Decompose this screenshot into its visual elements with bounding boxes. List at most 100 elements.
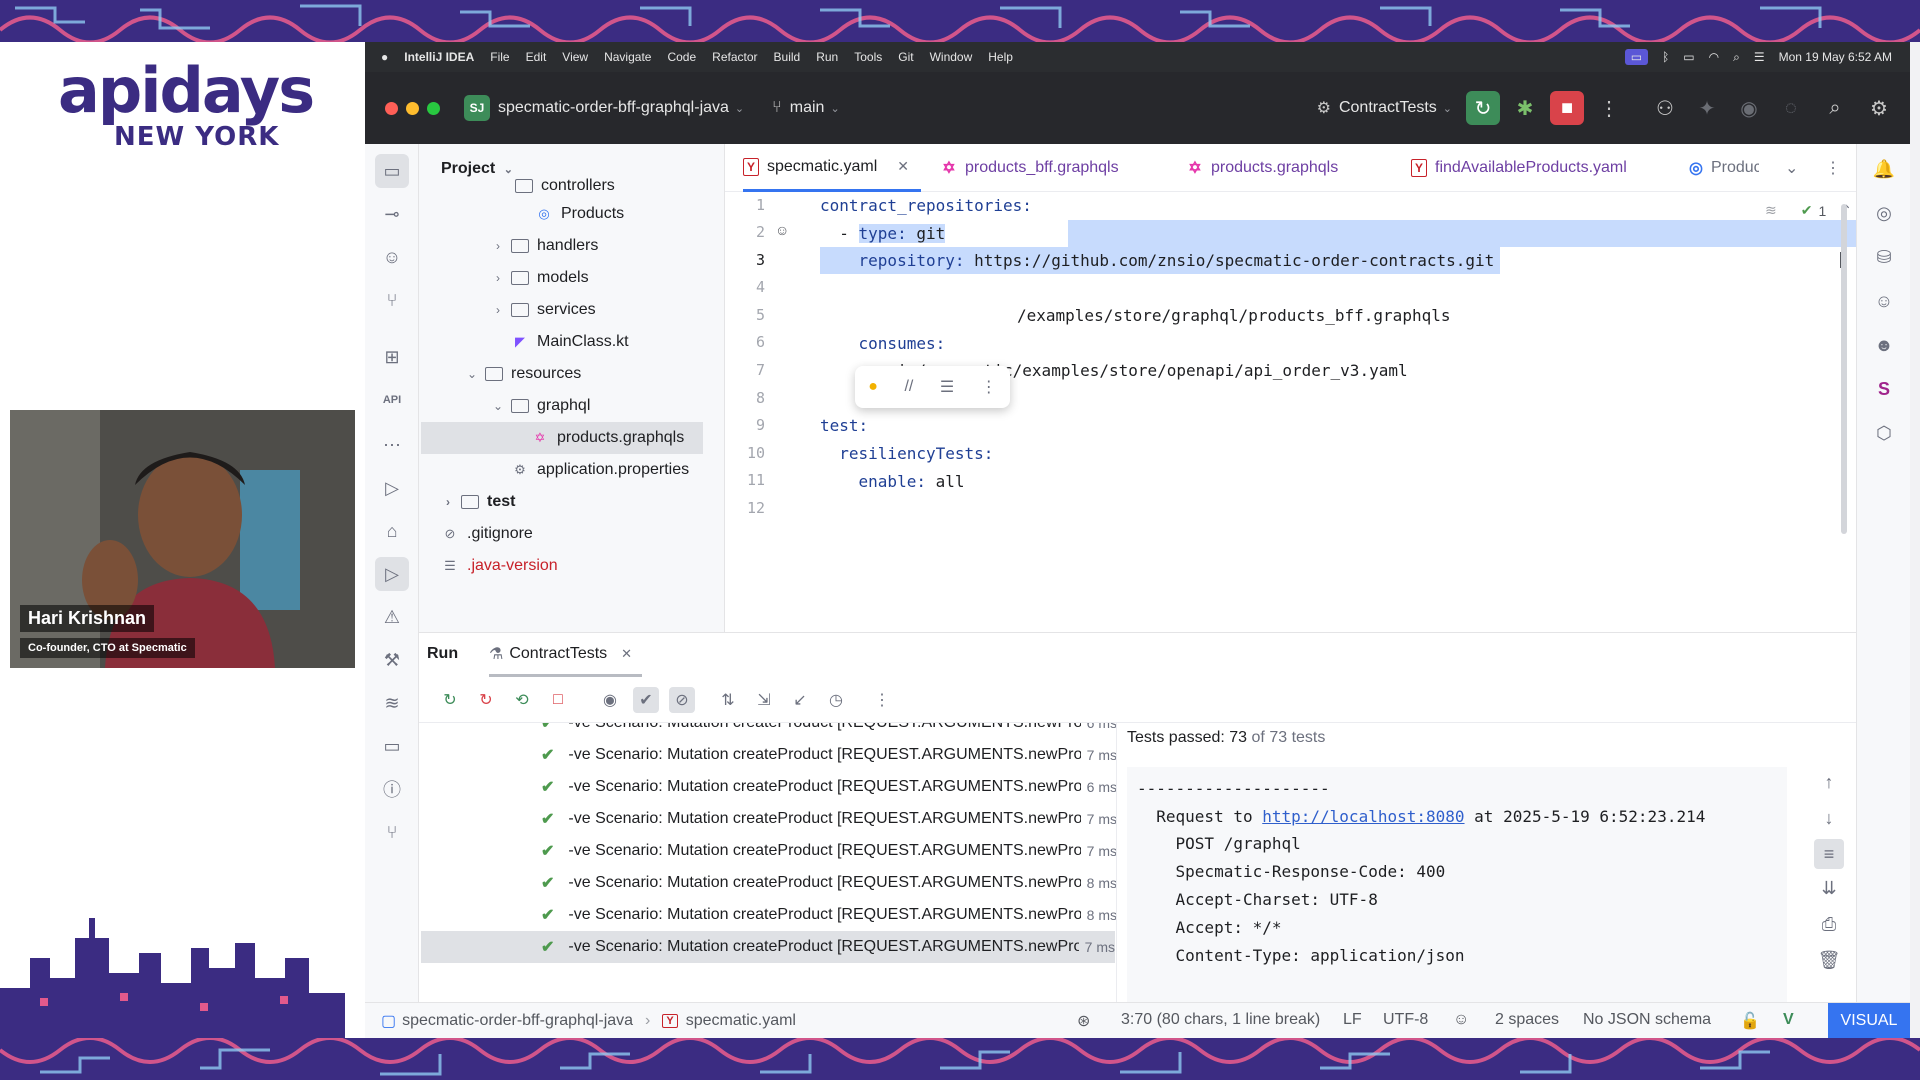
- chevron-down-icon[interactable]: ⌄: [465, 367, 479, 381]
- build-icon[interactable]: ⚒: [375, 643, 409, 677]
- pull-requests-icon[interactable]: ⑂: [375, 283, 409, 317]
- project-switcher[interactable]: SJ specmatic-order-bff-graphql-java ⌄: [464, 95, 744, 121]
- copilot-icon[interactable]: ☻: [1869, 330, 1899, 360]
- scroll-to-end-icon[interactable]: ⇊: [1814, 873, 1844, 903]
- tab-products-graphqls[interactable]: ✡ products.graphqls: [1187, 144, 1338, 192]
- menu-window[interactable]: Window: [930, 50, 973, 64]
- sort-icon[interactable]: ⇅: [715, 687, 741, 713]
- ai-status-icon[interactable]: ☺: [1453, 1011, 1469, 1029]
- comment-icon[interactable]: //: [904, 378, 913, 396]
- screen-share-icon[interactable]: ▭: [1624, 49, 1649, 65]
- test-row[interactable]: ✔ -ve Scenario: Mutation createProduct […: [419, 739, 1116, 771]
- line-separator[interactable]: LF: [1343, 1011, 1362, 1029]
- rerun-failed-icon[interactable]: ↻: [473, 687, 499, 713]
- tree-item-models[interactable]: › models: [491, 262, 589, 294]
- reformat-icon[interactable]: ☰: [940, 377, 954, 397]
- tab-more-icon[interactable]: ⋮: [1825, 158, 1841, 178]
- more-actions-icon[interactable]: ⋮: [981, 377, 997, 397]
- tab-list-chevron-icon[interactable]: ⌄: [1785, 158, 1798, 178]
- run-tool-icon[interactable]: ▷: [375, 557, 409, 591]
- more-actions-icon[interactable]: ⋮: [1592, 91, 1626, 125]
- chevron-right-icon[interactable]: ›: [491, 303, 505, 317]
- tree-item-services[interactable]: › services: [491, 294, 596, 326]
- menu-git[interactable]: Git: [898, 50, 913, 64]
- tree-item-graphql[interactable]: ⌄ graphql: [491, 390, 590, 422]
- caret-position[interactable]: 3:70 (80 chars, 1 line break): [1121, 1011, 1320, 1029]
- show-passed-check-icon[interactable]: ✔: [633, 686, 659, 713]
- ai-assistant-spiral-icon[interactable]: ◎: [1869, 198, 1899, 228]
- copilot-status-icon[interactable]: ⊛: [1077, 1011, 1090, 1031]
- tab-specmatic-yaml[interactable]: Y specmatic.yaml ✕: [743, 144, 921, 192]
- menu-help[interactable]: Help: [988, 50, 1013, 64]
- services-icon[interactable]: ▷: [375, 471, 409, 505]
- run-config-selector[interactable]: ⚙ ContractTests ⌄: [1317, 98, 1452, 118]
- breadcrumb-project[interactable]: specmatic-order-bff-graphql-java: [402, 1012, 633, 1030]
- chevron-down-icon[interactable]: ⌄: [491, 399, 505, 413]
- tab-products-bff-graphqls[interactable]: ✡ products_bff.graphqls: [941, 144, 1118, 192]
- minimize-window-button[interactable]: [406, 101, 419, 115]
- close-window-button[interactable]: [385, 101, 398, 115]
- battery-icon[interactable]: ▭: [1683, 50, 1694, 64]
- endpoints-icon[interactable]: ≋: [375, 686, 409, 720]
- test-row[interactable]: ✔ -ve Scenario: Mutation createProduct […: [419, 867, 1116, 899]
- vim-icon[interactable]: V: [1783, 1011, 1794, 1029]
- breadcrumb-file[interactable]: specmatic.yaml: [686, 1012, 796, 1030]
- tree-item-gitignore[interactable]: ⊘ .gitignore: [441, 518, 533, 550]
- menu-navigate[interactable]: Navigate: [604, 50, 651, 64]
- code-text-area[interactable]: contract_repositories: - type: git repos…: [820, 192, 1880, 632]
- menu-code[interactable]: Code: [667, 50, 696, 64]
- tab-find-available-products-yaml[interactable]: Y findAvailableProducts.yaml: [1411, 144, 1627, 192]
- more-tools-icon[interactable]: ⋯: [375, 428, 409, 462]
- structure-icon[interactable]: ⊞: [375, 340, 409, 374]
- project-folder-icon[interactable]: ▭: [375, 154, 409, 188]
- chevron-right-icon[interactable]: ›: [491, 239, 505, 253]
- tree-item-java-version[interactable]: ☰ .java-version: [441, 550, 558, 582]
- collapse-all-icon[interactable]: ↙: [787, 687, 813, 713]
- close-icon[interactable]: ✕: [897, 158, 909, 175]
- import-tests-icon[interactable]: ⇲: [751, 687, 777, 713]
- bluetooth-icon[interactable]: ᛒ: [1662, 50, 1669, 64]
- commit-icon[interactable]: ⊸: [375, 197, 409, 231]
- chevron-right-icon[interactable]: ›: [491, 271, 505, 285]
- more-actions-icon[interactable]: ⋮: [869, 687, 895, 713]
- localhost-link[interactable]: http://localhost:8080: [1262, 807, 1464, 826]
- console-output[interactable]: -------------------- Request to http://l…: [1127, 767, 1787, 1003]
- test-row[interactable]: ✔ -ve Scenario: Mutation createProduct […: [419, 803, 1116, 835]
- menubar-datetime[interactable]: Mon 19 May 6:52 AM: [1779, 50, 1892, 64]
- ai-assistant-icon[interactable]: ✦: [1690, 91, 1724, 125]
- menu-file[interactable]: File: [490, 50, 509, 64]
- stop-icon[interactable]: ■: [1550, 91, 1584, 125]
- notifications-bell-icon[interactable]: 🔔: [1869, 154, 1899, 184]
- add-user-icon[interactable]: ⚇: [1648, 91, 1682, 125]
- terminal-icon[interactable]: ▭: [375, 729, 409, 763]
- copilot-gutter-icon[interactable]: ☺: [775, 222, 789, 238]
- history-icon[interactable]: ◷: [823, 687, 849, 713]
- bookmarks-icon[interactable]: ⌂: [375, 514, 409, 548]
- branch-switcher[interactable]: ⑂ main ⌄: [772, 99, 840, 117]
- test-row-selected[interactable]: ✔ -ve Scenario: Mutation createProduct […: [421, 931, 1115, 963]
- tree-item-mainclass[interactable]: ◤ MainClass.kt: [511, 326, 629, 358]
- app-menu[interactable]: IntelliJ IDEA: [404, 50, 474, 64]
- menu-run[interactable]: Run: [816, 50, 838, 64]
- arrow-down-icon[interactable]: ↓: [1814, 803, 1844, 833]
- editor-scrollbar[interactable]: [1841, 204, 1847, 534]
- vim-mode-indicator[interactable]: VISUAL: [1828, 1003, 1910, 1038]
- show-ignored-icon[interactable]: ⊘: [669, 686, 695, 713]
- stop-icon[interactable]: □: [545, 687, 571, 713]
- problems-icon[interactable]: ⓘ: [375, 772, 409, 806]
- control-center-icon[interactable]: ☰: [1754, 50, 1765, 64]
- trash-icon[interactable]: 🗑: [1814, 945, 1844, 975]
- arrow-up-icon[interactable]: ↑: [1814, 767, 1844, 797]
- tree-item-products[interactable]: ◎ Products: [535, 198, 624, 230]
- show-passed-icon[interactable]: ◉: [597, 687, 623, 713]
- lightbulb-icon[interactable]: ●: [868, 378, 878, 396]
- apple-icon[interactable]: ●: [381, 50, 388, 64]
- test-row[interactable]: ✔ -ve Scenario: Mutation createProduct […: [419, 771, 1116, 803]
- database-icon[interactable]: ⛁: [1869, 242, 1899, 272]
- copilot-icon[interactable]: ◌: [1774, 91, 1808, 125]
- maven-icon[interactable]: ⬡: [1869, 418, 1899, 448]
- menu-view[interactable]: View: [562, 50, 588, 64]
- debug-icon[interactable]: ✱: [1508, 91, 1542, 125]
- tree-item-test[interactable]: › test: [441, 486, 515, 518]
- rerun-icon[interactable]: ↻: [1466, 91, 1500, 125]
